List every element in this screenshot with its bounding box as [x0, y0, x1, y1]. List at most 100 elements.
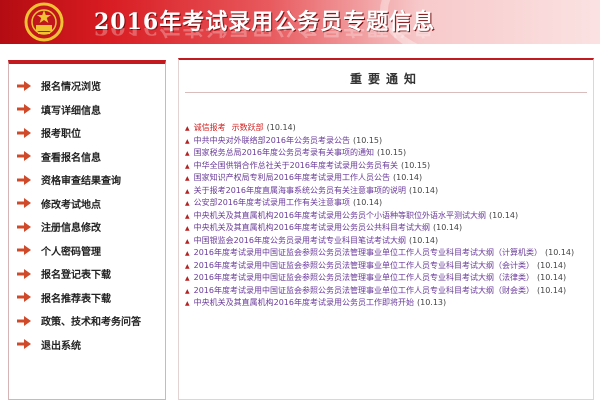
- notice-link[interactable]: ▲ 诚信报考 示数跃部 (10.14): [183, 122, 587, 135]
- arrow-right-icon: [17, 174, 31, 185]
- notice-date: (10.14): [544, 248, 575, 257]
- triangle-bullet-icon: ▲: [185, 300, 190, 307]
- menu-item-label: 报考职位: [41, 129, 81, 141]
- triangle-bullet-icon: ▲: [185, 150, 190, 157]
- menu-item-label: 修改考试地点: [41, 199, 101, 211]
- notice-link[interactable]: ▲ 中国银监会2016年度公务员录用考试专业科目笔试考试大纲 (10.14): [183, 235, 587, 248]
- triangle-bullet-icon: ▲: [185, 162, 190, 170]
- notice-date: (10.14): [408, 185, 439, 195]
- notice-link[interactable]: ▲ 公安部2016年度考试录用工作有关注意事项 (10.14): [183, 197, 587, 210]
- triangle-bullet-icon: ▲: [185, 212, 190, 220]
- triangle-bullet-icon: ▲: [185, 262, 190, 270]
- arrow-right-icon: [17, 104, 31, 115]
- triangle-bullet-icon: ▲: [185, 125, 190, 132]
- notice-link[interactable]: ▲ 关于报考2016年度直属海事系统公务员有关注意事项的说明 (10.14): [183, 185, 587, 198]
- triangle-bullet-icon: ▲: [185, 237, 190, 245]
- notice-title: 中国银监会2016年度公务员录用考试专业科目笔试考试大纲: [193, 235, 406, 245]
- notice-date: (10.14): [432, 223, 463, 232]
- menu-item-label: 查看报名信息: [41, 152, 101, 164]
- menu-item-label: 个人密码管理: [41, 246, 101, 258]
- menu-item-label: 退出系统: [41, 340, 81, 352]
- triangle-bullet-icon: ▲: [185, 225, 190, 232]
- arrow-right-icon: [17, 151, 31, 162]
- menu-item[interactable]: 报考职位: [17, 121, 165, 145]
- notice-title: 中央机关及其直属机构2016年度考试录用公务员工作即将开始: [193, 298, 414, 307]
- notice-title: 2016年度考试录用中国证监会参照公务员法管理事业单位工作人员专业科目考试大纲（…: [193, 285, 534, 295]
- notice-date: (10.14): [536, 285, 567, 295]
- arrow-right-icon: [17, 198, 31, 209]
- menu-item[interactable]: 资格审查结果查询: [17, 168, 165, 192]
- menu-item-label: 报名情况浏览: [41, 82, 101, 94]
- notice-link[interactable]: ▲ 中央机关及其直属机构2016年度考试录用公务员公共科目考试大纲 (10.14): [183, 222, 587, 235]
- menu-item[interactable]: 报名登记表下载: [17, 262, 165, 286]
- arrow-right-icon: [17, 292, 31, 303]
- notice-date: (10.14): [352, 198, 383, 207]
- notice-title: 公安部2016年度考试录用工作有关注意事项: [193, 198, 350, 207]
- notice-date: (10.15): [352, 135, 383, 145]
- notice-link[interactable]: ▲ 2016年度考试录用中国证监会参照公务员法管理事业单位工作人员专业科目考试大纲…: [183, 247, 587, 260]
- notice-title: 关于报考2016年度直属海事系统公务员有关注意事项的说明: [193, 185, 406, 195]
- panel-heading: 重要通知: [349, 72, 422, 86]
- notice-date: (10.14): [536, 260, 567, 270]
- notice-date: (10.15): [400, 160, 431, 170]
- notice-link[interactable]: ▲ 中央机关及其直属机构2016年度考试录用公务员工作即将开始 (10.13): [183, 297, 587, 310]
- notice-title: 中华全国供销合作总社关于2016年度考试录用公务员有关: [193, 160, 398, 170]
- page-banner: 2016年考试录用公务员专题信息 2016年考试录用公务员专题信息: [0, 0, 600, 44]
- menu-item[interactable]: 查看报名信息: [17, 145, 165, 169]
- notice-title: 国家知识产权局专利局2016年度考试录用工作人员公告: [193, 173, 390, 182]
- notice-title-extra: 示数跃部: [231, 123, 264, 132]
- notice-link[interactable]: ▲ 中华全国供销合作总社关于2016年度考试录用公务员有关 (10.15): [183, 160, 587, 173]
- notice-date: (10.14): [536, 273, 567, 282]
- triangle-bullet-icon: ▲: [185, 275, 190, 282]
- notice-title: 2016年度考试录用中国证监会参照公务员法管理事业单位工作人员专业科目考试大纲（…: [193, 260, 534, 270]
- menu-item-label: 政策、技术和考务问答: [41, 317, 141, 329]
- arrow-right-icon: [17, 339, 31, 350]
- arrow-right-icon: [17, 80, 31, 91]
- menu-item[interactable]: 修改考试地点: [17, 192, 165, 216]
- notice-title: 中央机关及其直属机构2016年度考试录用公务员公共科目考试大纲: [193, 223, 430, 232]
- notice-date: (10.13): [416, 298, 447, 307]
- arrow-right-icon: [17, 245, 31, 256]
- arrow-right-icon: [17, 221, 31, 232]
- triangle-bullet-icon: ▲: [185, 137, 190, 145]
- triangle-bullet-icon: ▲: [185, 175, 190, 182]
- sidebar-menu: 报名情况浏览 填写详细信息 报考职位查看报名信息资格审查结果查询 修改考试地点 注册信息…: [8, 60, 166, 400]
- notice-link[interactable]: ▲ 中央机关及其直属机构2016年度考试录用公务员个小语种等职位外语水平测试大纲(…: [183, 210, 587, 223]
- notice-date: (10.14): [488, 210, 519, 220]
- notice-title: 2016年度考试录用中国证监会参照公务员法管理事业单位工作人员专业科目考试大纲（…: [193, 248, 542, 257]
- notice-date: (10.14): [266, 123, 296, 132]
- menu-list: 报名情况浏览 填写详细信息 报考职位查看报名信息资格审查结果查询 修改考试地点 注册信息…: [9, 64, 165, 356]
- menu-item-label: 报名登记表下载: [41, 270, 111, 282]
- menu-item-label: 注册信息修改: [41, 223, 101, 235]
- national-emblem-icon: [24, 2, 64, 42]
- menu-item[interactable]: 报名推荐表下载: [17, 286, 165, 310]
- notice-link[interactable]: ▲ 中共中央对外联络部2016年公务员考录公告 (10.15): [183, 135, 587, 148]
- notice-title: 中央机关及其直属机构2016年度考试录用公务员个小语种等职位外语水平测试大纲: [193, 210, 486, 220]
- heading-divider: [185, 92, 587, 93]
- banner-title-reflection: 2016年考试录用公务员专题信息: [94, 28, 435, 44]
- menu-item-label: 资格审查结果查询: [41, 176, 121, 188]
- menu-item[interactable]: 个人密码管理: [17, 239, 165, 263]
- notice-list: ▲ 诚信报考 示数跃部 (10.14) ▲ 中共中央对外联络部2016年公务员考录公告 (1…: [183, 122, 587, 310]
- menu-item[interactable]: 退出系统: [17, 333, 165, 357]
- notice-title: 国家税务总局2016年度公务员考录有关事项的通知: [193, 148, 374, 157]
- notice-link[interactable]: ▲ 2016年度考试录用中国证监会参照公务员法管理事业单位工作人员专业科目考试大纲…: [183, 260, 587, 273]
- notice-panel: 重要通知 ▲ 诚信报考 示数跃部 (10.14) ▲ 中共中央对外联络部2016年公务员考…: [178, 58, 594, 400]
- menu-item[interactable]: 报名情况浏览: [17, 74, 165, 98]
- menu-item[interactable]: 注册信息修改: [17, 215, 165, 239]
- arrow-right-icon: [17, 127, 31, 138]
- notice-link[interactable]: ▲ 国家税务总局2016年度公务员考录有关事项的通知 (10.15): [183, 147, 587, 160]
- menu-item-label: 填写详细信息: [41, 105, 101, 117]
- notice-date: (10.14): [392, 173, 423, 182]
- notice-title: 2016年度考试录用中国证监会参照公务员法管理事业单位工作人员专业科目考试大纲（…: [193, 273, 534, 282]
- menu-item[interactable]: 填写详细信息: [17, 98, 165, 122]
- arrow-right-icon: [17, 268, 31, 279]
- notice-title: 诚信报考: [193, 123, 226, 132]
- menu-item[interactable]: 政策、技术和考务问答: [17, 309, 165, 333]
- notice-link[interactable]: ▲ 2016年度考试录用中国证监会参照公务员法管理事业单位工作人员专业科目考试大纲…: [183, 272, 587, 285]
- notice-title: 中共中央对外联络部2016年公务员考录公告: [193, 135, 350, 145]
- notice-link[interactable]: ▲ 2016年度考试录用中国证监会参照公务员法管理事业单位工作人员专业科目考试大纲…: [183, 285, 587, 298]
- triangle-bullet-icon: ▲: [185, 287, 190, 295]
- notice-date: (10.14): [408, 235, 439, 245]
- notice-link[interactable]: ▲ 国家知识产权局专利局2016年度考试录用工作人员公告 (10.14): [183, 172, 587, 185]
